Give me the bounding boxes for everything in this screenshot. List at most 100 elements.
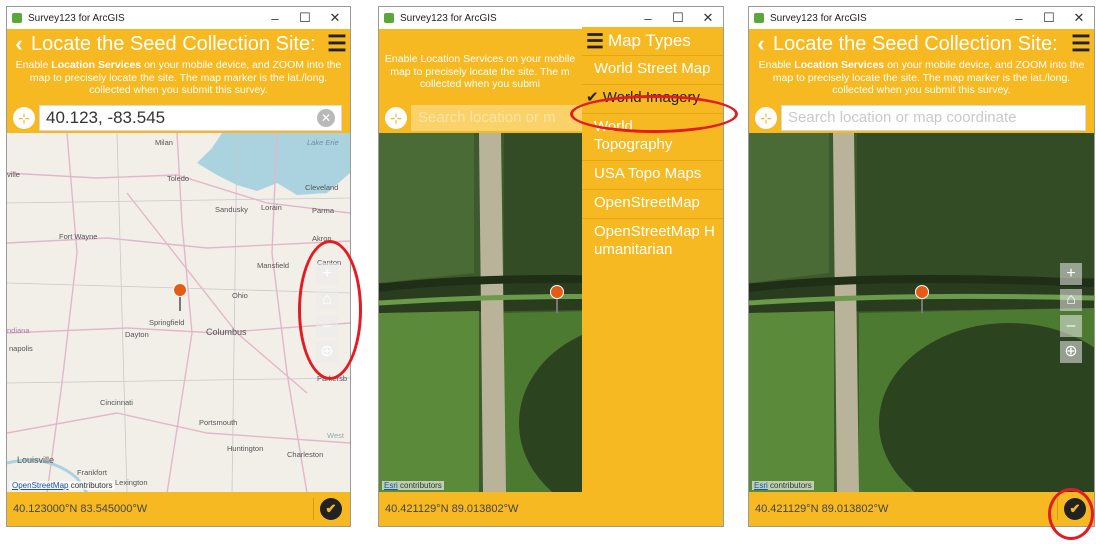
locate-icon[interactable]: ⊹ [755,107,777,129]
map-zoom-controls: + ⌂ – ⊕ [1060,263,1082,367]
map-label: Frankfort [77,468,108,477]
close-button[interactable]: ✕ [1064,10,1094,26]
map-label: Milan [155,138,173,147]
minimize-button[interactable]: – [633,11,663,26]
app-icon [754,13,764,23]
search-input-value: 40.123, -83.545 [46,108,166,127]
map-label: Cleveland [305,183,338,192]
window-title: Survey123 for ArcGIS [770,12,867,24]
gps-icon[interactable]: ⊕ [1060,341,1082,363]
instructions-text: Enable Location Services on your mobile … [384,53,576,90]
map-label: Mansfield [257,261,289,270]
map-type-usa-topo-maps[interactable]: USA Topo Maps [582,160,723,189]
window-title: Survey123 for ArcGIS [28,12,125,24]
home-icon[interactable]: ⌂ [1060,289,1082,311]
search-input[interactable]: Search location or m [411,105,582,131]
map-label: napolis [9,344,33,353]
map-label: Louisville [17,455,54,465]
zoom-out-icon[interactable]: – [1060,315,1082,337]
search-placeholder: Search location or m [418,109,556,126]
window-titlebar: Survey123 for ArcGIS – ☐ ✕ [379,7,723,29]
search-input[interactable]: Search location or map coordinate [781,105,1086,131]
clear-icon[interactable]: ✕ [317,109,335,127]
search-placeholder: Search location or map coordinate [788,109,1017,126]
map-label: Sandusky [215,205,248,214]
map-type-world-street-map[interactable]: World Street Map [582,55,723,84]
search-input[interactable]: 40.123, -83.545 ✕ [39,105,342,131]
map-label: Fort Wayne [59,232,97,241]
survey-footer: 40.123000°N 83.545000°W ✔ [7,492,350,526]
map-label: Portsmouth [199,418,237,427]
map-pin-icon[interactable] [550,285,564,315]
minimize-button[interactable]: – [260,11,290,26]
search-row: ⊹ 40.123, -83.545 ✕ [7,103,350,133]
map-label: Ohio [232,291,248,300]
hamburger-menu-icon[interactable]: ☰ [586,29,604,54]
map-types-header: ☰ Map Types [582,27,723,55]
instructions-text: Enable Location Services on your mobile … [15,59,342,96]
close-button[interactable]: ✕ [693,10,723,26]
page-title: Locate the Seed Collection Site: [31,32,316,55]
maximize-button[interactable]: ☐ [290,10,320,26]
coordinate-readout: 40.421129°N 89.013802°W [755,503,889,515]
hamburger-menu-icon[interactable]: ☰ [324,31,350,57]
map-label: Cincinnati [100,398,133,407]
maximize-button[interactable]: ☐ [1034,10,1064,26]
back-icon[interactable]: ‹ [7,31,31,57]
attribution-link[interactable]: Esri [754,481,768,490]
map-pin-icon[interactable] [173,283,187,313]
close-button[interactable]: ✕ [320,10,350,26]
hamburger-menu-icon[interactable]: ☰ [1068,31,1094,57]
map-label: Columbus [206,327,247,337]
search-row: ⊹ Search location or m [379,103,582,133]
annotation-circle [570,95,738,133]
zoom-in-icon[interactable]: + [1060,263,1082,285]
instructions-text: Enable Location Services on your mobile … [758,59,1085,96]
survey-footer: 40.421129°N 89.013802°W ✔ [749,492,1094,526]
map-label: Lake Erie [307,138,339,147]
window-titlebar: Survey123 for ArcGIS – ☐ ✕ [749,7,1094,29]
map-attribution: Esri contributors [752,481,814,490]
map-label: Lexington [115,478,148,487]
attribution-link[interactable]: OpenStreetMap [12,481,68,490]
map-label: Huntington [227,444,263,453]
coordinate-readout: 40.123000°N 83.545000°W [13,503,148,515]
map-label: ville [7,170,20,179]
window-title: Survey123 for ArcGIS [400,12,497,24]
map-label: Dayton [125,330,149,339]
survey-header: ‹ Locate the Seed Collection Site: ☰ [749,29,1094,59]
maximize-button[interactable]: ☐ [663,10,693,26]
map-label: Charleston [287,450,323,459]
map-label: ndiana [7,326,30,335]
back-icon[interactable]: ‹ [749,31,773,57]
survey-window-1: Survey123 for ArcGIS – ☐ ✕ ‹ Locate the … [6,6,351,527]
app-icon [12,13,22,23]
annotation-circle [298,240,362,380]
map-label: Lorain [261,203,282,212]
map-label: Springfield [149,318,184,327]
survey-window-2: Survey123 for ArcGIS – ☐ ✕ Enable Locati… [378,6,724,527]
locate-icon[interactable]: ⊹ [385,107,407,129]
app-icon [384,13,394,23]
footer-divider [313,498,314,520]
annotation-circle [1048,488,1094,540]
locate-icon[interactable]: ⊹ [13,107,35,129]
coordinate-readout: 40.421129°N 89.013802°W [385,503,519,515]
map-type-openstreetmap[interactable]: OpenStreetMap [582,189,723,218]
search-row: ⊹ Search location or map coordinate [749,103,1094,133]
window-titlebar: Survey123 for ArcGIS – ☐ ✕ [7,7,350,29]
attribution-link[interactable]: Esri [384,481,398,490]
map-attribution: Esri contributors [382,481,444,490]
checkmark-icon[interactable]: ✔ [320,498,342,520]
survey-footer: 40.421129°N 89.013802°W [379,492,723,526]
map-attribution: OpenStreetMap contributors [10,481,115,490]
map-label: West [327,431,345,440]
page-title: Locate the Seed Collection Site: [773,32,1058,55]
map-label: Toledo [167,174,189,183]
imagery-map[interactable]: + ⌂ – ⊕ Esri contributors [749,133,1094,492]
survey-window-3: Survey123 for ArcGIS – ☐ ✕ ‹ Locate the … [748,6,1095,527]
map-type-openstreetmap-humanitarian[interactable]: OpenStreetMap Humanitarian [582,218,723,265]
minimize-button[interactable]: – [1004,11,1034,26]
map-types-title: Map Types [607,31,691,50]
map-pin-icon[interactable] [915,285,929,315]
